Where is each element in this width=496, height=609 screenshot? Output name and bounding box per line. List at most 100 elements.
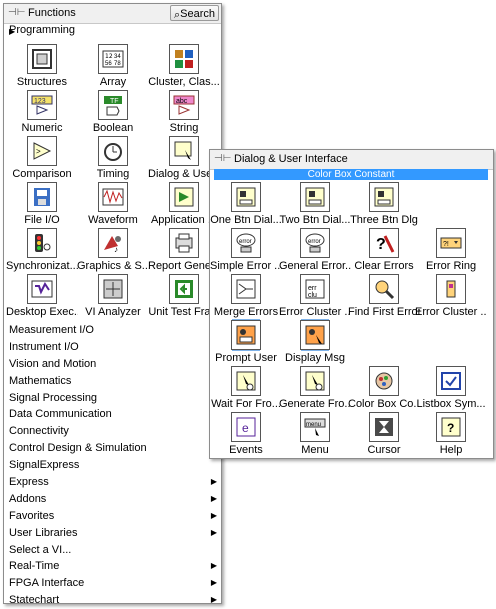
palette-item-label: Array <box>99 76 127 88</box>
category-label: Express <box>9 476 49 489</box>
category-label: User Libraries <box>9 526 78 539</box>
palette-item[interactable]: 123 Numeric <box>6 89 78 135</box>
pin-icon[interactable]: ⊣⊢ <box>8 7 25 18</box>
palette-item-label: Events <box>229 444 263 456</box>
palette-item[interactable]: abc String <box>148 89 220 135</box>
search-label: Search <box>180 8 215 20</box>
svg-text:menu: menu <box>306 422 321 428</box>
one-button-dialog-icon <box>231 182 261 212</box>
palette-item[interactable]: Three Btn Dlg <box>348 181 420 227</box>
category-label: Measurement I/O <box>9 324 94 336</box>
category-item[interactable]: Data Communication <box>4 406 221 423</box>
palette-item-label: Find First Error <box>348 306 420 318</box>
palette-item[interactable]: ♪ Graphics & S... <box>77 227 149 273</box>
error-cluster-icon: err clu <box>300 274 330 304</box>
category-item[interactable]: Mathematics <box>4 373 221 390</box>
palette-item[interactable]: ?! Error Ring <box>415 227 487 273</box>
palette-item[interactable]: Cursor <box>348 411 420 457</box>
palette-item[interactable]: Error Cluster ... <box>415 273 487 319</box>
palette-item[interactable]: Timing <box>77 135 149 181</box>
category-item[interactable]: Measurement I/O <box>4 322 221 339</box>
palette-item[interactable]: Two Btn Dial... <box>279 181 351 227</box>
palette-item[interactable]: Structures <box>6 43 78 89</box>
error-cluster-constant-icon <box>436 274 466 304</box>
palette-item-label: Two Btn Dial... <box>279 214 351 226</box>
palette-item[interactable]: 12 34 56 78 Array <box>77 43 149 89</box>
palette-item[interactable]: err clu Error Cluster ... <box>279 273 351 319</box>
palette-item[interactable]: > Comparison <box>6 135 78 181</box>
palette-item-label: Wait For Fro... <box>211 398 281 410</box>
category-label: Real-Time <box>9 560 60 573</box>
dialog-user-interface-palette: ⊣⊢ Dialog & User Interface Color Box Con… <box>209 149 494 459</box>
category-item[interactable]: Express ▶ <box>4 474 221 491</box>
pin-icon[interactable]: ⊣⊢ <box>214 153 231 164</box>
category-item[interactable]: Addons ▶ <box>4 491 221 508</box>
category-item[interactable]: Favorites ▶ <box>4 508 221 525</box>
palette-item[interactable]: Find First Error <box>348 273 420 319</box>
error-ring-icon: ?! <box>436 228 466 258</box>
category-item[interactable]: Real-Time ▶ <box>4 558 221 575</box>
category-item[interactable]: Control Design & Simulation <box>4 440 221 457</box>
palette-item-label: Error Ring <box>425 260 477 272</box>
palette-item-label: Prompt User <box>215 352 277 364</box>
category-label: Control Design & Simulation <box>9 442 147 455</box>
category-item[interactable]: SignalExpress <box>4 457 221 474</box>
palette-item[interactable]: menu Menu <box>279 411 351 457</box>
category-item[interactable]: Connectivity <box>4 423 221 440</box>
palette-item[interactable]: One Btn Dial... <box>210 181 282 227</box>
palette-item-label: File I/O <box>24 214 60 226</box>
dialog-palette-title-bar: ⊣⊢ Dialog & User Interface <box>210 150 493 170</box>
palette-item-label: Cluster, Clas... <box>148 76 220 88</box>
palette-item-label: Listbox Sym... <box>416 398 486 410</box>
palette-item[interactable]: e Events <box>210 411 282 457</box>
palette-item[interactable]: Merge Errors <box>210 273 282 319</box>
palette-item[interactable]: Prompt User <box>210 319 282 365</box>
palette-item[interactable]: Synchronizat... <box>6 227 78 273</box>
palette-item[interactable]: Color Box Co... <box>348 365 420 411</box>
palette-item[interactable]: TF Boolean <box>77 89 149 135</box>
svg-text:56: 56 <box>105 61 112 67</box>
palette-item-label: Merge Errors <box>213 306 279 318</box>
palette-item-label: Clear Errors <box>354 260 414 272</box>
submenu-arrow-icon: ▶ <box>210 561 217 571</box>
palette-item[interactable]: File I/O <box>6 181 78 227</box>
palette-item[interactable]: Listbox Sym... <box>415 365 487 411</box>
palette-item-label: Numeric <box>21 122 63 134</box>
palette-item[interactable]: ? Clear Errors <box>348 227 420 273</box>
palette-item[interactable]: Waveform <box>77 181 149 227</box>
category-item[interactable]: Signal Processing <box>4 390 221 407</box>
category-label: Statechart <box>9 594 60 607</box>
category-item[interactable]: Statechart ▶ <box>4 592 221 609</box>
submenu-arrow-icon: ▶ <box>210 477 217 487</box>
timing-icon <box>98 136 128 166</box>
palette-item[interactable]: Display Msg <box>279 319 351 365</box>
palette-item[interactable]: Cluster, Clas... <box>148 43 220 89</box>
palette-item[interactable]: ? Help <box>415 411 487 457</box>
category-item[interactable]: Instrument I/O <box>4 339 221 356</box>
category-item[interactable]: User Libraries ▶ <box>4 525 221 542</box>
search-button[interactable]: ⌕ Search <box>170 5 219 21</box>
palette-item[interactable]: error Simple Error ... <box>210 227 282 273</box>
palette-item-label: Synchronizat... <box>6 260 78 272</box>
category-label: Favorites <box>9 509 55 522</box>
palette-item[interactable]: Generate Fro... <box>279 365 351 411</box>
category-label: FPGA Interface <box>9 577 85 590</box>
menu-icon: menu <box>300 412 330 442</box>
programming-palette-grid: Structures 12 34 56 78 Array Cluster, Clas... 1… <box>4 39 221 321</box>
submenu-arrow-icon: ▶ <box>210 493 217 503</box>
palette-item[interactable]: error General Error... <box>279 227 351 273</box>
programming-header[interactable]: Programming ▶ <box>4 23 221 39</box>
palette-item-label: Error Cluster ... <box>415 306 487 318</box>
category-item[interactable]: Select a VI... <box>4 542 221 559</box>
svg-text:clu: clu <box>308 292 317 299</box>
palette-item[interactable]: Desktop Exec... <box>6 273 78 319</box>
synchronization-icon <box>27 228 57 258</box>
clear-errors-icon: ? <box>369 228 399 258</box>
palette-item-label: String <box>169 122 199 134</box>
expand-arrow-icon: ▶ <box>9 27 16 36</box>
palette-item[interactable]: Wait For Fro... <box>210 365 282 411</box>
palette-item[interactable]: VI Analyzer <box>77 273 149 319</box>
category-item[interactable]: Vision and Motion <box>4 356 221 373</box>
category-item[interactable]: FPGA Interface ▶ <box>4 575 221 592</box>
waveform-icon <box>98 182 128 212</box>
